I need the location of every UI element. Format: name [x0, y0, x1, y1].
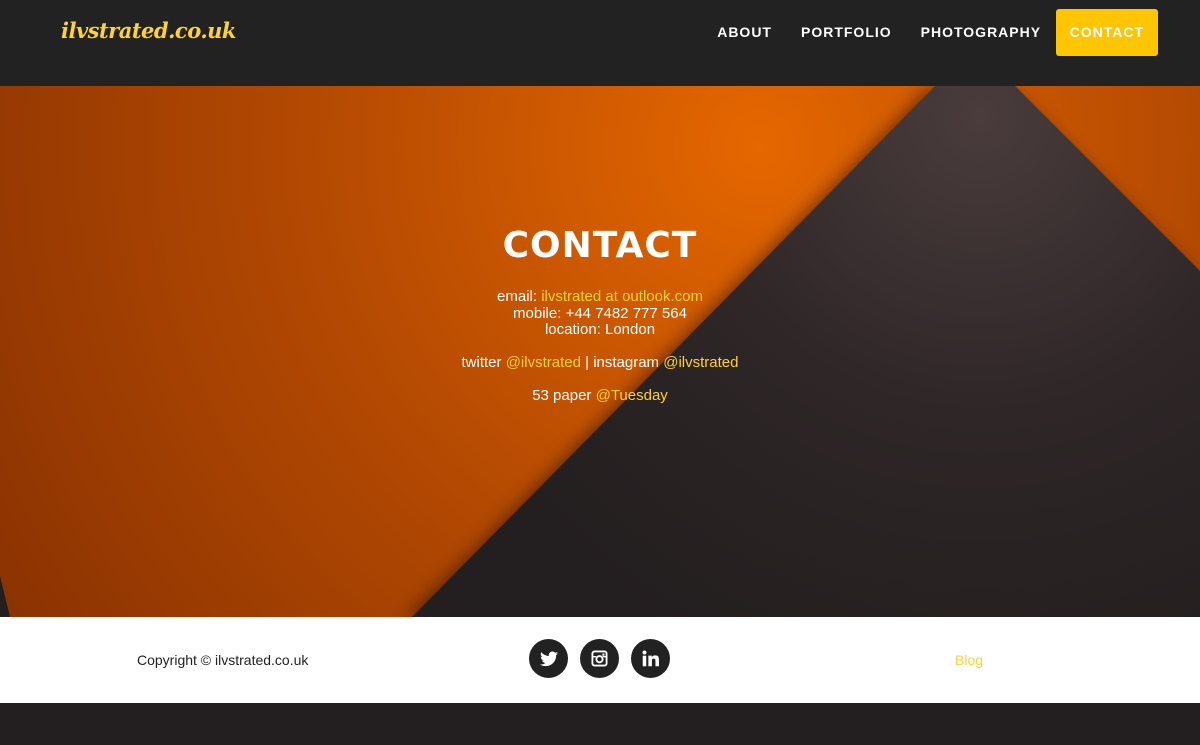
paper-handle-link[interactable]: @Tuesday — [596, 387, 668, 404]
twitter-handle-link[interactable]: @ilvstrated — [506, 354, 581, 371]
copyright-text: Copyright © ilvstrated.co.uk — [137, 652, 309, 668]
bottom-strip — [0, 703, 1200, 745]
paper-line: 53 paper @Tuesday — [0, 387, 1200, 404]
instagram-icon — [591, 650, 608, 667]
nav-item-contact[interactable]: CONTACT — [1055, 9, 1158, 56]
linkedin-icon — [642, 650, 659, 667]
brand-logo[interactable]: ilvstrated.co.uk — [61, 18, 236, 43]
instagram-label: | instagram — [585, 354, 660, 371]
social-handles: twitter @ilvstrated | instagram @ilvstra… — [0, 354, 1200, 371]
navbar: ilvstrated.co.uk ABOUT PORTFOLIO PHOTOGR… — [0, 0, 1200, 86]
blog-link[interactable]: Blog — [955, 652, 983, 668]
instagram-button[interactable] — [580, 639, 619, 678]
linkedin-button[interactable] — [631, 639, 670, 678]
nav-item-about[interactable]: ABOUT — [703, 9, 787, 56]
nav-item-photography[interactable]: PHOTOGRAPHY — [906, 9, 1055, 56]
paper-label: 53 paper — [532, 387, 592, 404]
email-label: email: — [497, 288, 538, 305]
contact-hero: CONTACT email: ilvstrated at outlook.com… — [0, 86, 1200, 617]
instagram-handle-link[interactable]: @ilvstrated — [663, 354, 738, 371]
contact-info: email: ilvstrated at outlook.com mobile:… — [0, 288, 1200, 339]
mobile-row: mobile: +44 7482 777 564 — [513, 304, 687, 322]
email-row: email: ilvstrated at outlook.com — [0, 288, 1200, 306]
page-title: CONTACT — [502, 225, 698, 266]
email-link[interactable]: ilvstrated at outlook.com — [541, 288, 703, 305]
nav-menu: ABOUT PORTFOLIO PHOTOGRAPHY CONTACT — [703, 9, 1158, 56]
twitter-button[interactable] — [529, 639, 568, 678]
contact-content: CONTACT email: ilvstrated at outlook.com… — [0, 86, 1200, 617]
nav-item-portfolio[interactable]: PORTFOLIO — [786, 9, 906, 56]
footer: Copyright © ilvstrated.co.uk Blog — [0, 617, 1200, 703]
location-row: location: London — [544, 321, 656, 338]
social-buttons — [529, 639, 682, 678]
twitter-label: twitter — [461, 354, 502, 371]
twitter-icon — [539, 651, 558, 666]
